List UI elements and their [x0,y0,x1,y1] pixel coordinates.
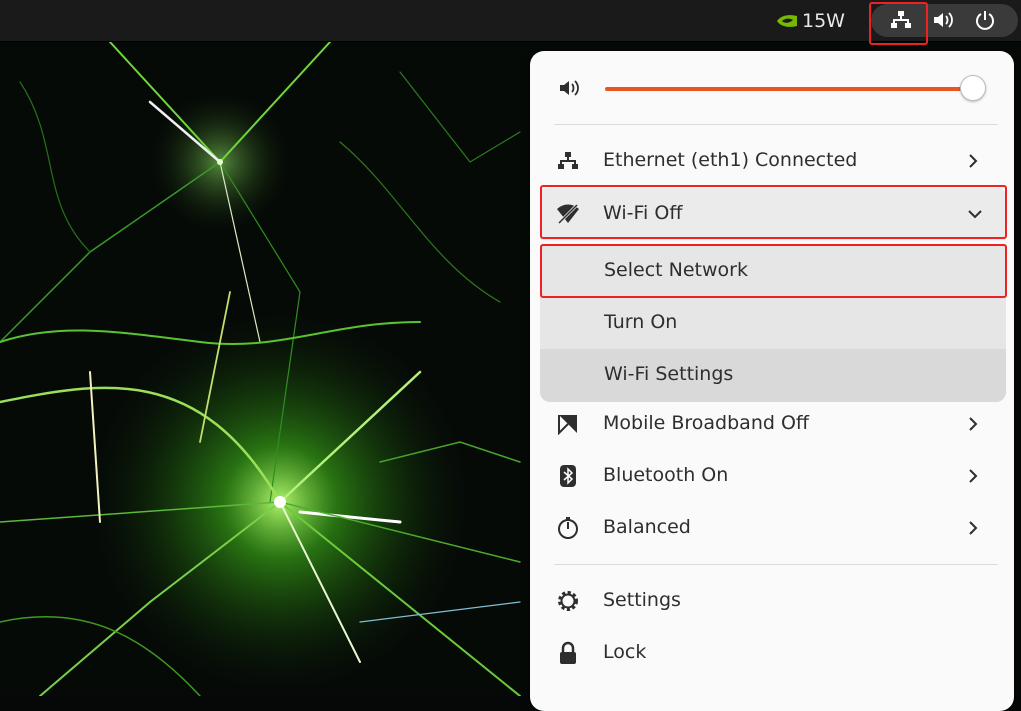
volume-icon [560,80,579,96]
separator [554,564,998,565]
volume-slider-handle[interactable] [960,75,986,101]
ethernet-item[interactable]: Ethernet (eth1) Connected [540,135,1006,187]
lock-label: Lock [603,641,647,663]
power-icon[interactable] [972,8,998,32]
power-mode-item[interactable]: Balanced [540,502,1006,554]
system-menu: Ethernet (eth1) Connected Select Network… [530,51,1014,711]
wifi-settings-label: Wi-Fi Settings [604,363,734,385]
nvidia-power-indicator[interactable]: 15W [776,8,845,34]
lock-icon [556,641,580,665]
settings-label: Settings [603,589,681,611]
settings-item[interactable]: Settings [540,575,1006,627]
power-mode-label: Balanced [603,516,691,538]
volume-icon[interactable] [931,8,957,32]
select-network-highlight [540,244,1007,298]
volume-row [530,73,1014,103]
separator [554,124,998,125]
bluetooth-label: Bluetooth On [603,464,729,486]
chevron-right-icon [969,521,978,535]
top-bar: 15W [0,0,1021,45]
wifi-highlight [540,185,1007,239]
bluetooth-item[interactable]: Bluetooth On [540,450,1006,502]
turn-on-item[interactable]: Turn On [540,297,1006,349]
gear-icon [556,589,580,613]
mobile-broadband-off-icon [556,412,580,436]
wifi-settings-item[interactable]: Wi-Fi Settings [540,349,1006,402]
power-profile-icon [556,516,580,540]
turn-on-label: Turn On [604,311,678,333]
ethernet-label: Ethernet (eth1) Connected [603,149,858,171]
chevron-right-icon [969,417,978,431]
gpu-power-label: 15W [802,10,845,32]
lock-item[interactable]: Lock [540,627,1006,679]
volume-slider[interactable] [605,87,971,91]
network-wired-icon [556,149,580,173]
bluetooth-icon [556,464,580,488]
nvidia-icon [777,15,797,27]
chevron-right-icon [969,154,978,168]
network-icon-highlight [869,2,928,45]
mobile-broadband-label: Mobile Broadband Off [603,412,810,434]
mobile-broadband-item[interactable]: Mobile Broadband Off [540,398,1006,450]
chevron-right-icon [969,469,978,483]
